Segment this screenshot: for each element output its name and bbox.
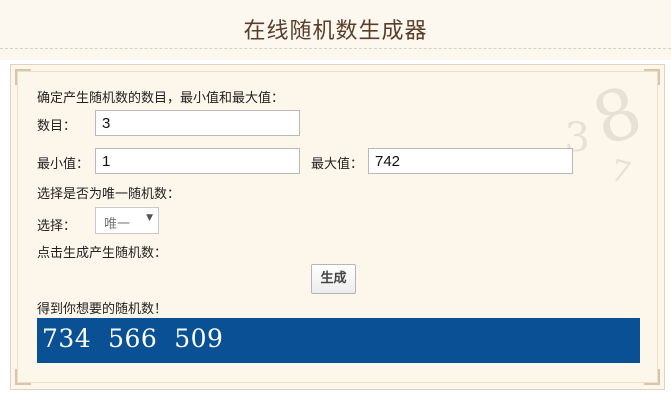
unique-prompt: 选择是否为唯一随机数： xyxy=(37,187,181,202)
generate-prompt: 点击生成产生随机数： xyxy=(37,246,168,261)
result-label: 得到你想要的随机数！ xyxy=(37,302,168,317)
min-label: 最小值： xyxy=(37,157,90,172)
page-title: 在线随机数生成器 xyxy=(243,19,428,44)
unique-select-value: 唯一 xyxy=(104,217,131,232)
count-input[interactable] xyxy=(95,110,300,136)
max-label: 最大值： xyxy=(311,157,364,172)
select-label: 选择： xyxy=(37,219,77,234)
chevron-down-icon: ▼ xyxy=(146,213,153,223)
page-header: 在线随机数生成器 xyxy=(0,0,671,60)
min-input[interactable] xyxy=(95,148,300,174)
corner-ornament-icon xyxy=(644,369,660,385)
intro-label: 确定产生随机数的数目，最小值和最大值： xyxy=(37,91,285,106)
max-input[interactable] xyxy=(368,148,573,174)
header-divider xyxy=(0,48,671,49)
corner-ornament-icon xyxy=(15,369,31,385)
count-label: 数目： xyxy=(37,119,77,134)
generate-button[interactable]: 生成 xyxy=(311,264,356,294)
corner-ornament-icon xyxy=(15,69,31,85)
result-display: 734 566 509 xyxy=(37,318,640,363)
result-value: 734 566 509 xyxy=(42,324,224,353)
unique-select[interactable]: 唯一 ▼ xyxy=(95,207,159,234)
